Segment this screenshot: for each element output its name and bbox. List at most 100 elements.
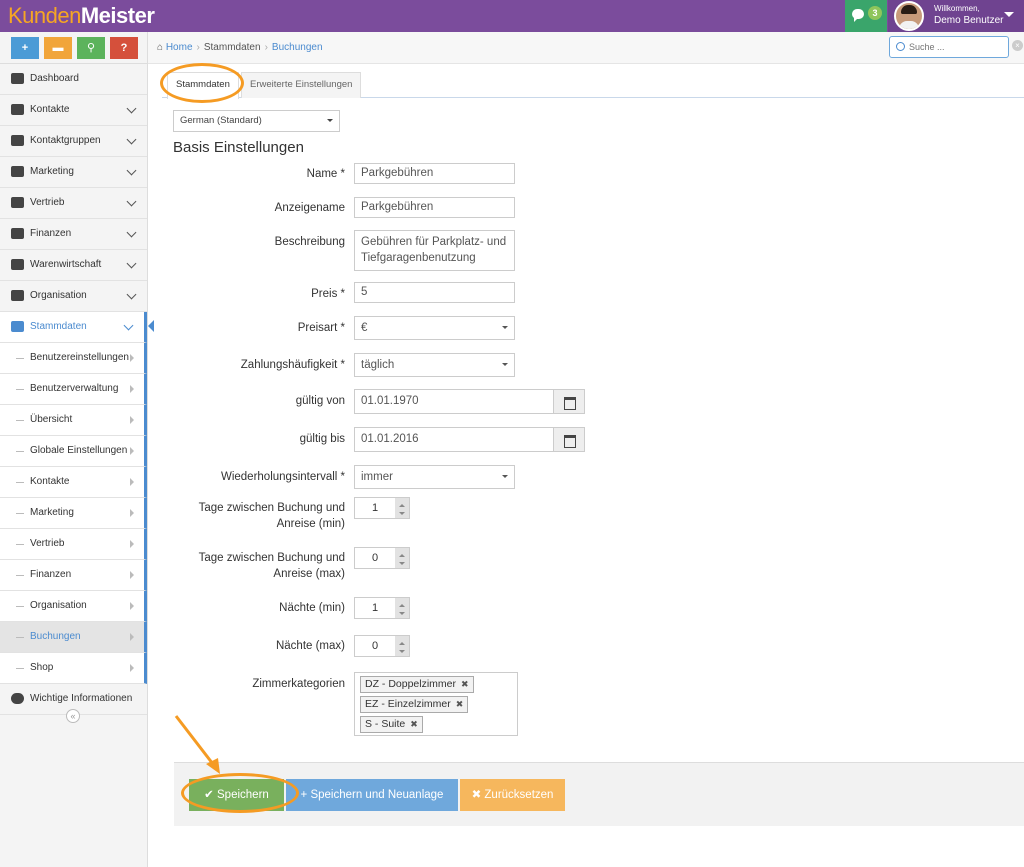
description-textarea[interactable]: Gebühren für Parkplatz- und Tiefgaragenb… [354, 230, 515, 271]
section-title: Basis Einstellungen [173, 139, 304, 156]
avatar [894, 1, 924, 31]
close-icon: ✖ [471, 789, 485, 801]
sidebar-item-warenwirtschaft[interactable]: Warenwirtschaft [0, 250, 147, 281]
reset-button[interactable]: ✖ Zurücksetzen [460, 779, 565, 811]
repeat-interval-label: Wiederholungsintervall * [220, 471, 345, 483]
breadcrumb-buchungen[interactable]: Buchungen [272, 42, 323, 53]
search-button[interactable]: ⚲ [77, 37, 105, 59]
stepper-down-icon[interactable] [395, 558, 409, 568]
payment-frequency-label: Zahlungshäufigkeit * [240, 359, 345, 371]
name-field[interactable]: Parkgebühren [354, 163, 515, 184]
room-categories-input[interactable]: DZ - Doppelzimmer ✖ EZ - Einzelzimmer ✖ S … [354, 672, 518, 736]
days-min-label: Tage zwischen Buchung und Anreise (min) [198, 502, 345, 530]
plus-icon: + [21, 42, 29, 54]
user-menu[interactable]: Willkommen, Demo Benutzer [888, 0, 1024, 32]
breadcrumb-separator: › [196, 42, 200, 53]
days-max-label: Tage zwischen Buchung und Anreise (max) [198, 552, 345, 580]
breadcrumb-bar: ⌂ Home›Stammdaten›Buchungen × [148, 32, 1024, 64]
breadcrumb-home[interactable]: Home [166, 42, 193, 53]
message-count-badge: 3 [868, 6, 882, 20]
remove-tag-icon[interactable]: ✖ [456, 699, 464, 709]
nights-max-stepper[interactable]: 0 [354, 635, 410, 657]
breadcrumb: ⌂ Home › Stammdaten › Buchungen [157, 42, 323, 53]
room-tag: S - Suite ✖ [360, 716, 423, 733]
tab-bar: Stammdaten Erweiterte Einstellungen [162, 72, 1024, 99]
chevron-right-icon [130, 447, 138, 455]
price-field[interactable]: 5 [354, 282, 515, 303]
stepper-up-icon[interactable] [395, 498, 409, 508]
help-button[interactable]: ? [110, 37, 138, 59]
payment-frequency-select[interactable]: täglich [354, 353, 515, 377]
sidebar: + ▬ ⚲ ? Dashboard Kontakte Kontaktgruppe… [0, 32, 154, 867]
sidebar-item-kontaktgruppen[interactable]: Kontaktgruppen [0, 126, 147, 157]
save-and-new-button[interactable]: + Speichern und Neuanlage [286, 779, 458, 811]
stepper-down-icon[interactable] [395, 608, 409, 618]
remove-tag-icon[interactable]: ✖ [461, 679, 469, 689]
annotation-arrow-icon [174, 715, 220, 774]
valid-to-field[interactable]: 01.01.2016 [354, 427, 554, 452]
chat-icon: ▬ [52, 42, 64, 54]
nights-min-stepper[interactable]: 1 [354, 597, 410, 619]
description-label: Beschreibung [274, 236, 345, 248]
nights-min-label: Nächte (min) [279, 602, 345, 614]
sidebar-item-kontakte[interactable]: Kontakte [0, 95, 147, 126]
price-type-label: Preisart * [297, 322, 345, 334]
name-label: Name * [306, 168, 345, 180]
days-max-stepper[interactable]: 0 [354, 547, 410, 569]
display-name-label: Anzeigename [274, 202, 345, 214]
chat-button[interactable]: ▬ [44, 37, 72, 59]
chat-icon [852, 9, 864, 22]
clear-search-icon[interactable]: × [1012, 40, 1023, 51]
stepper-up-icon[interactable] [395, 636, 409, 646]
shortcut-bar: + ▬ ⚲ ? [0, 32, 147, 64]
display-name-field[interactable]: Parkgebühren [354, 197, 515, 218]
room-tag: EZ - Einzelzimmer ✖ [360, 696, 469, 713]
add-button[interactable]: + [11, 37, 39, 59]
dropdown-arrow-icon [502, 475, 508, 481]
user-name: Demo Benutzer [934, 15, 1004, 26]
home-icon: ⌂ [157, 42, 166, 53]
help-icon: ? [120, 42, 128, 54]
price-label: Preis * [311, 288, 345, 300]
globe-icon [11, 259, 24, 270]
search-icon [896, 42, 905, 51]
room-categories-label: Zimmerkategorien [252, 678, 345, 690]
valid-from-field[interactable]: 01.01.1970 [354, 389, 554, 414]
repeat-interval-select[interactable]: immer [354, 465, 515, 489]
chevron-right-icon [130, 385, 138, 393]
room-tag: DZ - Doppelzimmer ✖ [360, 676, 474, 693]
breadcrumb-separator: › [264, 42, 268, 53]
caret-down-icon [1004, 12, 1014, 22]
stepper-down-icon[interactable] [395, 508, 409, 518]
chevron-right-icon [130, 664, 138, 672]
dropdown-arrow-icon [502, 363, 508, 369]
messages-button[interactable]: 3 [845, 0, 887, 32]
nights-max-label: Nächte (max) [275, 640, 345, 652]
dashboard-icon [11, 73, 24, 84]
info-circle-icon [11, 693, 24, 704]
highlight-ring-tab [160, 63, 244, 103]
sidebar-collapse-button[interactable]: « [66, 709, 80, 723]
breadcrumb-stammdaten[interactable]: Stammdaten [204, 42, 261, 53]
chevron-right-icon [130, 540, 138, 548]
tab-erweiterte-einstellungen[interactable]: Erweiterte Einstellungen [241, 72, 362, 98]
dropdown-arrow-icon [502, 326, 508, 332]
app-logo[interactable]: KundenMeister [8, 3, 155, 29]
stepper-up-icon[interactable] [395, 548, 409, 558]
stepper-up-icon[interactable] [395, 598, 409, 608]
price-type-select[interactable]: € [354, 316, 515, 340]
search-input[interactable] [909, 40, 1004, 54]
valid-to-label: gültig bis [299, 433, 345, 445]
search-box [889, 36, 1009, 58]
welcome-text: Willkommen, [934, 4, 980, 13]
sidebar-item-dashboard[interactable]: Dashboard [0, 64, 147, 95]
days-min-stepper[interactable]: 1 [354, 497, 410, 519]
search-icon: ⚲ [86, 42, 96, 54]
calendar-icon[interactable] [553, 427, 585, 452]
stepper-down-icon[interactable] [395, 646, 409, 656]
remove-tag-icon[interactable]: ✖ [410, 719, 418, 729]
calendar-icon[interactable] [553, 389, 585, 414]
user-icon [11, 104, 24, 115]
chevron-down-icon [126, 134, 137, 145]
language-select[interactable]: German (Standard) [173, 110, 340, 132]
